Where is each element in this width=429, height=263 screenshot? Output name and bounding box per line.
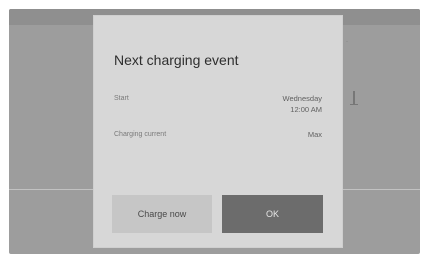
dialog-title: Next charging event bbox=[114, 52, 239, 68]
start-time-value: 12:00 AM bbox=[290, 105, 322, 114]
ok-button[interactable]: OK bbox=[222, 195, 323, 233]
charge-now-button[interactable]: Charge now bbox=[112, 195, 212, 233]
background-scale-base bbox=[350, 104, 358, 105]
next-charging-event-dialog: Next charging event Start Wednesday 12:0… bbox=[94, 16, 342, 247]
start-label: Start bbox=[114, 95, 129, 102]
display-screen: · Next charging event Start Wednesday 12… bbox=[9, 9, 420, 254]
charging-current-label: Charging current bbox=[114, 131, 167, 138]
background-indicator-icon: · bbox=[346, 39, 348, 45]
background-scale-icon bbox=[353, 91, 355, 105]
start-day-value: Wednesday bbox=[282, 94, 322, 103]
charging-current-value: Max bbox=[307, 130, 322, 139]
